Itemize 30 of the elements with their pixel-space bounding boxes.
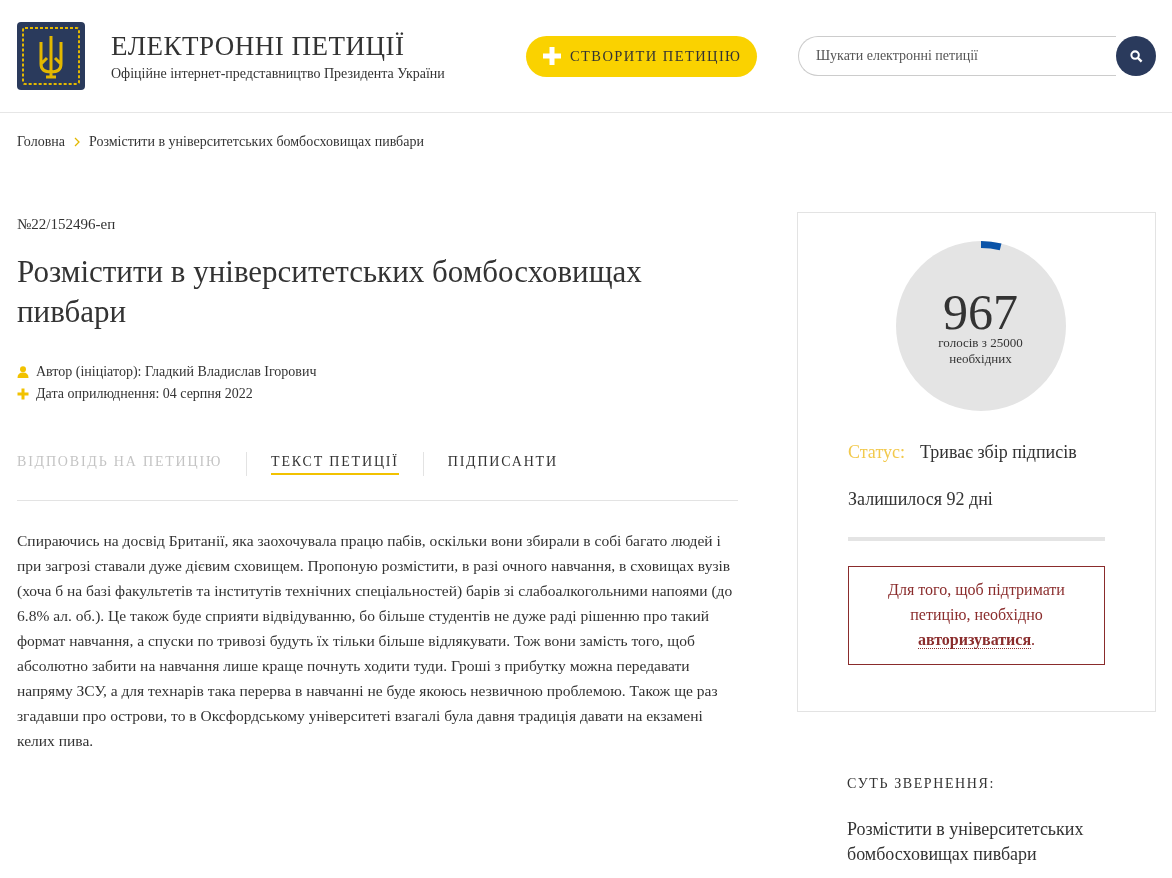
vote-caption: голосів з 25000 [938,335,1023,351]
chevron-icon [74,137,80,147]
coat-of-arms-logo[interactable] [17,22,85,90]
create-petition-button[interactable]: СТВОРИТИ ПЕТИЦІЮ [526,35,758,77]
status-label: Статус: [848,442,905,463]
search-icon [1129,49,1143,63]
search-field[interactable]: Шукати електронні петиції [798,36,1116,76]
site-subtitle: Офіційне інтернет-представництво Президента України [111,66,445,82]
auth-message: Для того, щоб підтримати петицію, необхідно авторизуватися. [888,581,1065,648]
plus-icon [542,46,562,66]
status-value: Триває збір підписів [920,442,1077,463]
meta-text: Автор (ініціатор): Гладкий Владислав Ігорович [36,364,317,380]
progress-arc [980,241,1001,251]
breadcrumb-link[interactable]: Розмістити в університетських бомбосховищах пивбари [89,134,424,150]
tab[interactable]: ПІДПИСАНТИ [447,453,558,475]
summary-text: Розмістити в університетських бомбосховищах пивбари [847,818,1085,866]
petition-number: №22/152496-еп [17,216,117,233]
days-remaining: Залишилося 92 дні [848,489,994,510]
vote-count: 967 [943,289,1018,335]
search-button[interactable] [1116,36,1156,76]
summary-heading: СУТЬ ЗВЕРНЕННЯ: [847,776,996,792]
site-title[interactable]: ЕЛЕКТРОННІ ПЕТИЦІЇ [111,30,445,62]
petition-title: Розмістити в університетських бомбосховищах пивбари [17,253,643,331]
plus-icon [17,388,29,400]
person-icon [17,366,29,378]
breadcrumb-link[interactable]: Головна [17,134,65,150]
meta-text: Дата оприлюднення: 04 серпня 2022 [36,386,253,402]
petition-text: Спираючись на досвід Британії, яка заохочувала працю пабів, оскільки вони збирали в собі багато людей і при загрозі ставали дуже дієвим сховищем. Пропоную розмістити, в разі очного навчання, в сховищах вузів (хоча б на базі факультетів та інститутів технічних спеціальностей) барів зі слабоалкогольними напоями (до 6.8% ал. об.). Це також буде сприяти відвідуванню, бо більше студентів не дуже раді рішенню про такий формат навчання, а спуски по тривозі будуть їх тільки більше відлякувати. Тож вони замість того, щоб абсолютно забити на навчання лише краще почнуть ходити туди. Гроші з прибутку можна передавати напряму ЗСУ, а для технарів така перерва в навчанні не буде якоюсь незвичною проблемою. Також ще раз згадавши про острови, то в Оксфордському університеті взагалі була давня традиція давати на екзамені келих пива. [17,531,734,751]
vote-caption: необхідних [949,351,1012,367]
tab[interactable]: ТЕКСТ ПЕТИЦІЇ [271,453,399,475]
